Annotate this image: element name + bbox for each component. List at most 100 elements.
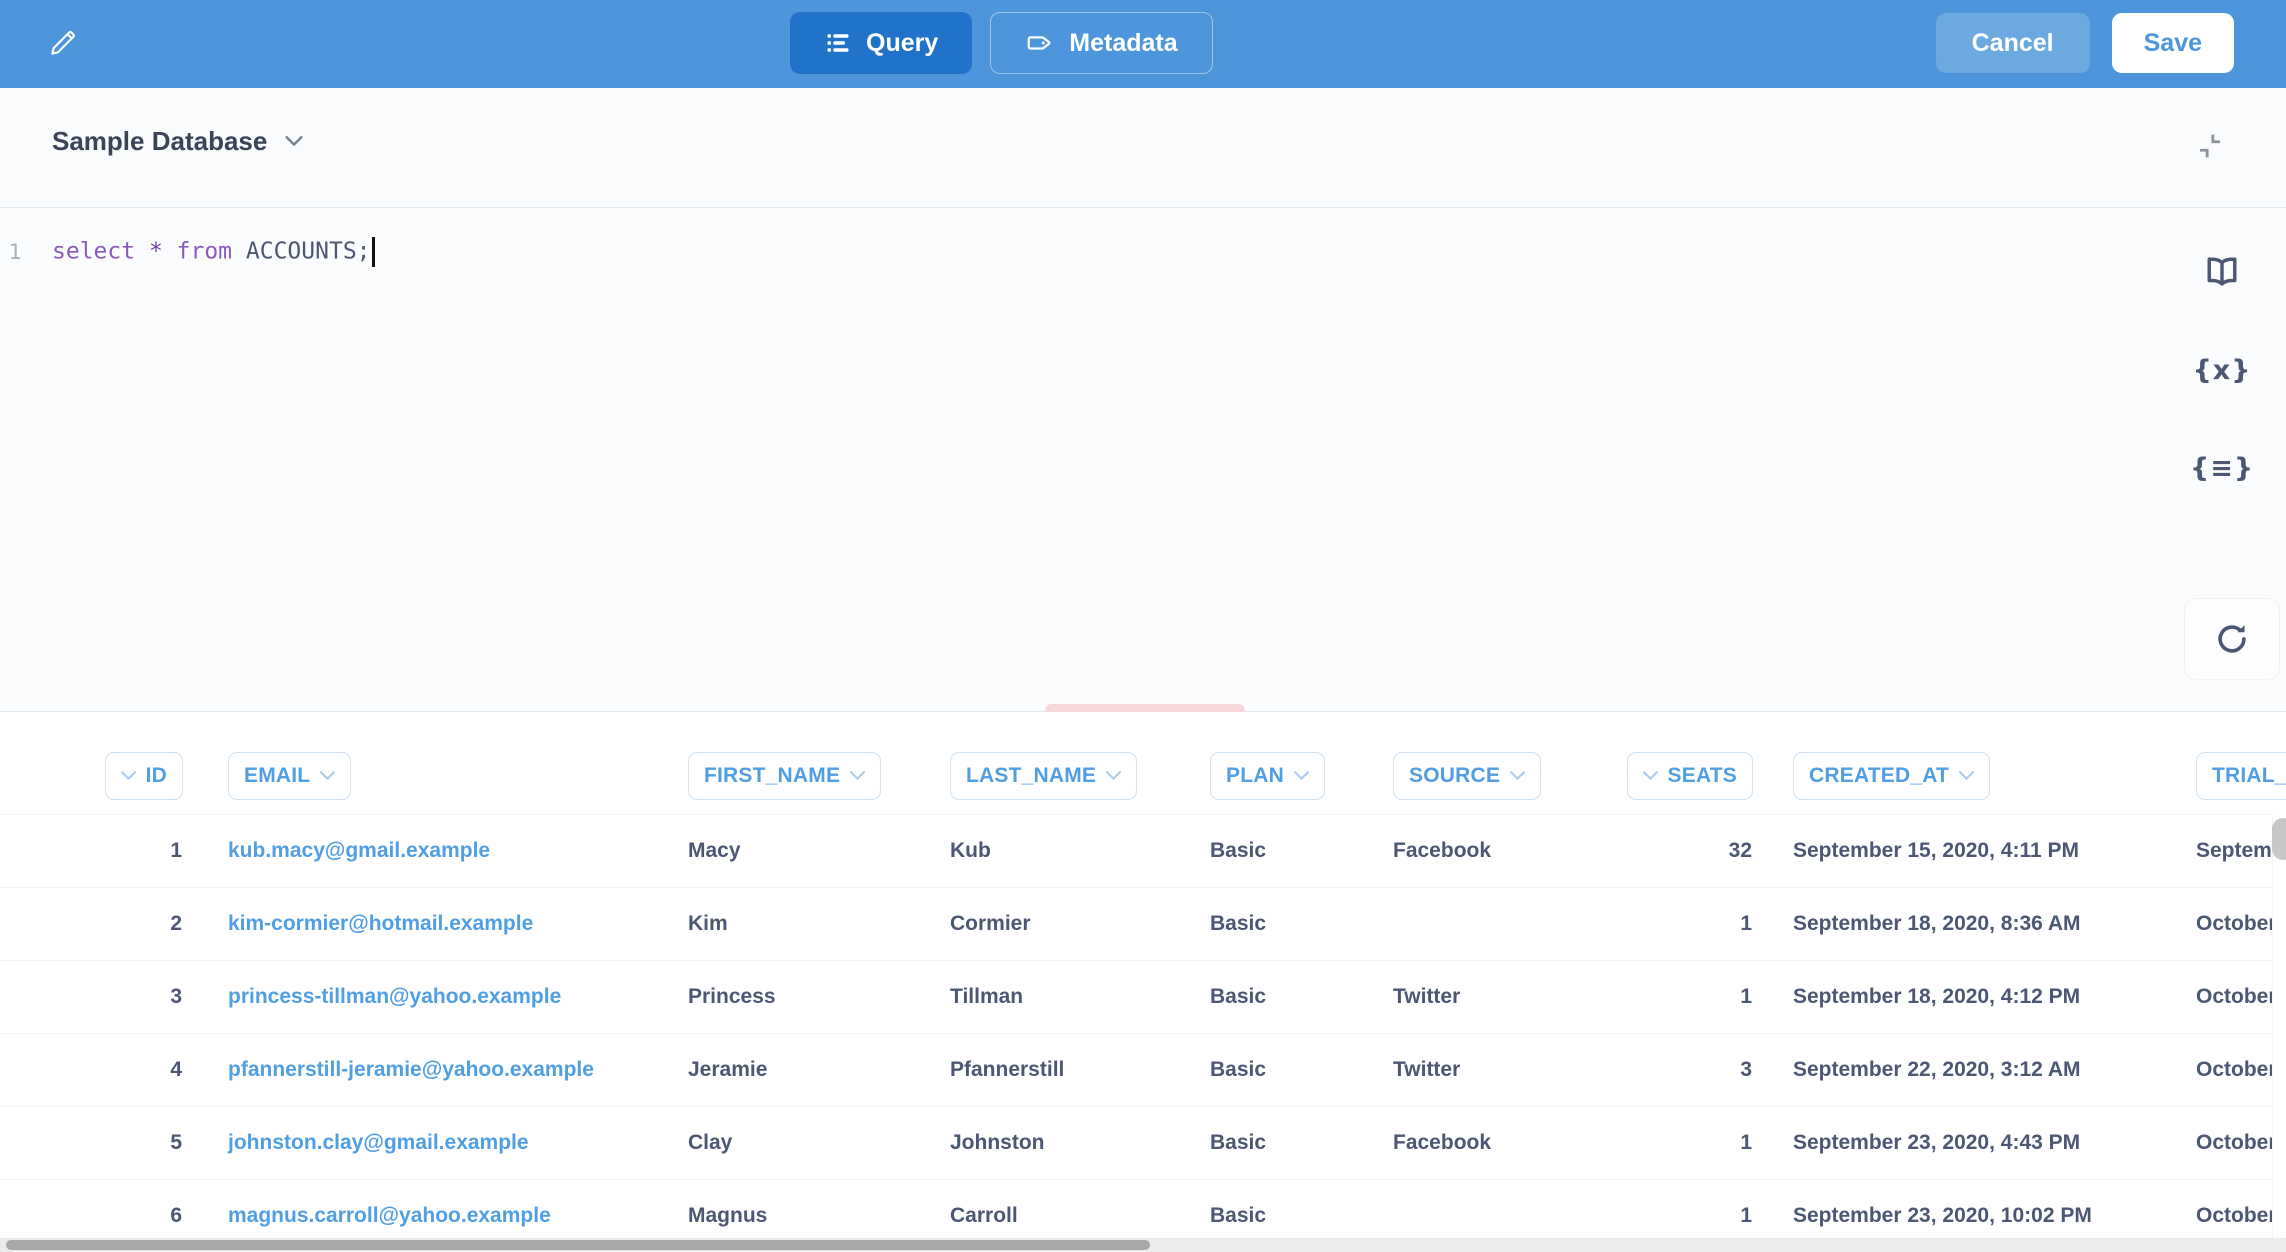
list-icon xyxy=(824,29,852,57)
header-cell: SOURCE xyxy=(1365,726,1585,800)
table-cell[interactable]: Jeramie xyxy=(660,1058,920,1082)
table-cell[interactable]: Basic xyxy=(1180,1131,1365,1155)
column-label: FIRST_NAME xyxy=(704,764,840,788)
table-cell[interactable]: Macy xyxy=(660,839,920,863)
edit-title-button[interactable] xyxy=(40,22,84,66)
table-cell[interactable]: October xyxy=(2165,985,2286,1009)
column-header-id[interactable]: ID xyxy=(105,752,183,800)
table-cell[interactable]: 1 xyxy=(1585,985,1765,1009)
table-cell[interactable]: Kub xyxy=(920,839,1180,863)
column-label: CREATED_AT xyxy=(1809,764,1949,788)
table-cell[interactable]: 2 xyxy=(60,912,195,936)
email-link[interactable]: kim-cormier@hotmail.example xyxy=(195,912,660,936)
variables-icon: {x} xyxy=(2193,355,2252,386)
table-header-row: ID EMAIL FIRST_NAME LAST_NAME PLAN SOURCE SEAT… xyxy=(0,712,2286,814)
table-cell[interactable]: Twitter xyxy=(1365,985,1585,1009)
vertical-scrollbar-track xyxy=(2272,814,2286,1238)
pencil-icon xyxy=(45,27,79,61)
column-header-first_name[interactable]: FIRST_NAME xyxy=(688,752,881,800)
email-link[interactable]: pfannerstill-jeramie@yahoo.example xyxy=(195,1058,660,1082)
table-cell[interactable]: Cormier xyxy=(920,912,1180,936)
tag-icon xyxy=(1025,28,1055,58)
table-cell[interactable]: 1 xyxy=(60,839,195,863)
column-header-created_at[interactable]: CREATED_AT xyxy=(1793,752,1990,800)
refresh-run-button[interactable] xyxy=(2184,598,2280,680)
column-header-last_name[interactable]: LAST_NAME xyxy=(950,752,1137,800)
table-row: 4pfannerstill-jeramie@yahoo.exampleJeram… xyxy=(0,1033,2286,1106)
table-cell[interactable]: 6 xyxy=(60,1204,195,1228)
top-header-bar: Query Metadata Cancel Save xyxy=(0,0,2286,88)
table-cell[interactable]: Facebook xyxy=(1365,839,1585,863)
table-row: 2kim-cormier@hotmail.exampleKimCormierBa… xyxy=(0,887,2286,960)
email-link[interactable]: princess-tillman@yahoo.example xyxy=(195,985,660,1009)
table-cell[interactable]: October xyxy=(2165,912,2286,936)
snippets-button[interactable]: {≡} xyxy=(2194,445,2250,491)
table-cell[interactable]: 3 xyxy=(1585,1058,1765,1082)
header-cell: CREATED_AT xyxy=(1765,726,2165,800)
table-cell[interactable]: 3 xyxy=(60,985,195,1009)
table-cell[interactable]: Basic xyxy=(1180,985,1365,1009)
cancel-button[interactable]: Cancel xyxy=(1936,13,2090,73)
table-cell[interactable]: Basic xyxy=(1180,839,1365,863)
table-cell[interactable]: Tillman xyxy=(920,985,1180,1009)
vertical-scrollbar[interactable] xyxy=(2272,818,2286,860)
data-reference-button[interactable] xyxy=(2194,249,2250,295)
table-cell[interactable]: September 15, 2020, 4:11 PM xyxy=(1765,839,2165,863)
table-cell[interactable]: Septemb xyxy=(2165,839,2286,863)
email-link[interactable]: johnston.clay@gmail.example xyxy=(195,1131,660,1155)
table-cell[interactable]: September 18, 2020, 4:12 PM xyxy=(1765,985,2165,1009)
table-cell[interactable]: Pfannerstill xyxy=(920,1058,1180,1082)
header-cell: TRIAL_E xyxy=(2165,726,2286,800)
save-button[interactable]: Save xyxy=(2112,13,2234,73)
chevron-down-icon xyxy=(121,771,136,781)
column-label: TRIAL_E xyxy=(2212,764,2286,788)
table-cell[interactable]: 1 xyxy=(1585,1131,1765,1155)
table-cell[interactable]: Clay xyxy=(660,1131,920,1155)
table-cell[interactable]: 4 xyxy=(60,1058,195,1082)
table-cell[interactable]: Magnus xyxy=(660,1204,920,1228)
table-cell[interactable]: September 23, 2020, 4:43 PM xyxy=(1765,1131,2165,1155)
sql-editor[interactable]: 1 select * from ACCOUNTS; {x} {≡} xyxy=(0,209,2286,712)
column-header-trial_e[interactable]: TRIAL_E xyxy=(2196,752,2286,800)
table-cell[interactable]: September 22, 2020, 3:12 AM xyxy=(1765,1058,2165,1082)
database-bar: Sample Database xyxy=(0,88,2286,208)
table-cell[interactable]: Basic xyxy=(1180,1204,1365,1228)
table-cell[interactable]: Princess xyxy=(660,985,920,1009)
table-cell[interactable]: 5 xyxy=(60,1131,195,1155)
table-cell[interactable]: Twitter xyxy=(1365,1058,1585,1082)
table-cell[interactable]: September 18, 2020, 8:36 AM xyxy=(1765,912,2165,936)
collapse-editor-button[interactable] xyxy=(2182,118,2238,174)
chevron-down-icon xyxy=(1294,771,1309,781)
table-cell[interactable]: Basic xyxy=(1180,912,1365,936)
email-link[interactable]: magnus.carroll@yahoo.example xyxy=(195,1204,660,1228)
collapse-icon xyxy=(2193,129,2227,163)
table-cell[interactable]: Johnston xyxy=(920,1131,1180,1155)
table-cell[interactable]: 32 xyxy=(1585,839,1765,863)
chevron-down-icon xyxy=(285,136,303,147)
table-cell[interactable]: 1 xyxy=(1585,912,1765,936)
variables-button[interactable]: {x} xyxy=(2194,347,2250,393)
table-cell[interactable]: October xyxy=(2165,1058,2286,1082)
table-cell[interactable]: Basic xyxy=(1180,1058,1365,1082)
column-header-seats[interactable]: SEATS xyxy=(1627,752,1753,800)
column-label: SEATS xyxy=(1668,764,1737,788)
tab-query[interactable]: Query xyxy=(790,12,972,74)
table-cell[interactable]: Facebook xyxy=(1365,1131,1585,1155)
chevron-down-icon xyxy=(1510,771,1525,781)
column-header-source[interactable]: SOURCE xyxy=(1393,752,1541,800)
table-cell[interactable]: September 23, 2020, 10:02 PM xyxy=(1765,1204,2165,1228)
table-cell[interactable]: Kim xyxy=(660,912,920,936)
editor-tabs: Query Metadata xyxy=(790,12,1213,74)
column-header-plan[interactable]: PLAN xyxy=(1210,752,1325,800)
table-cell[interactable]: October xyxy=(2165,1204,2286,1228)
table-cell[interactable]: 1 xyxy=(1585,1204,1765,1228)
database-selector[interactable]: Sample Database xyxy=(52,126,303,157)
horizontal-scrollbar[interactable] xyxy=(6,1240,1150,1250)
tab-metadata[interactable]: Metadata xyxy=(990,12,1212,74)
table-cell[interactable]: October xyxy=(2165,1131,2286,1155)
table-cell[interactable]: Carroll xyxy=(920,1204,1180,1228)
header-cell: FIRST_NAME xyxy=(660,726,920,800)
email-link[interactable]: kub.macy@gmail.example xyxy=(195,839,660,863)
column-header-email[interactable]: EMAIL xyxy=(228,752,351,800)
header-cell: EMAIL xyxy=(195,726,660,800)
